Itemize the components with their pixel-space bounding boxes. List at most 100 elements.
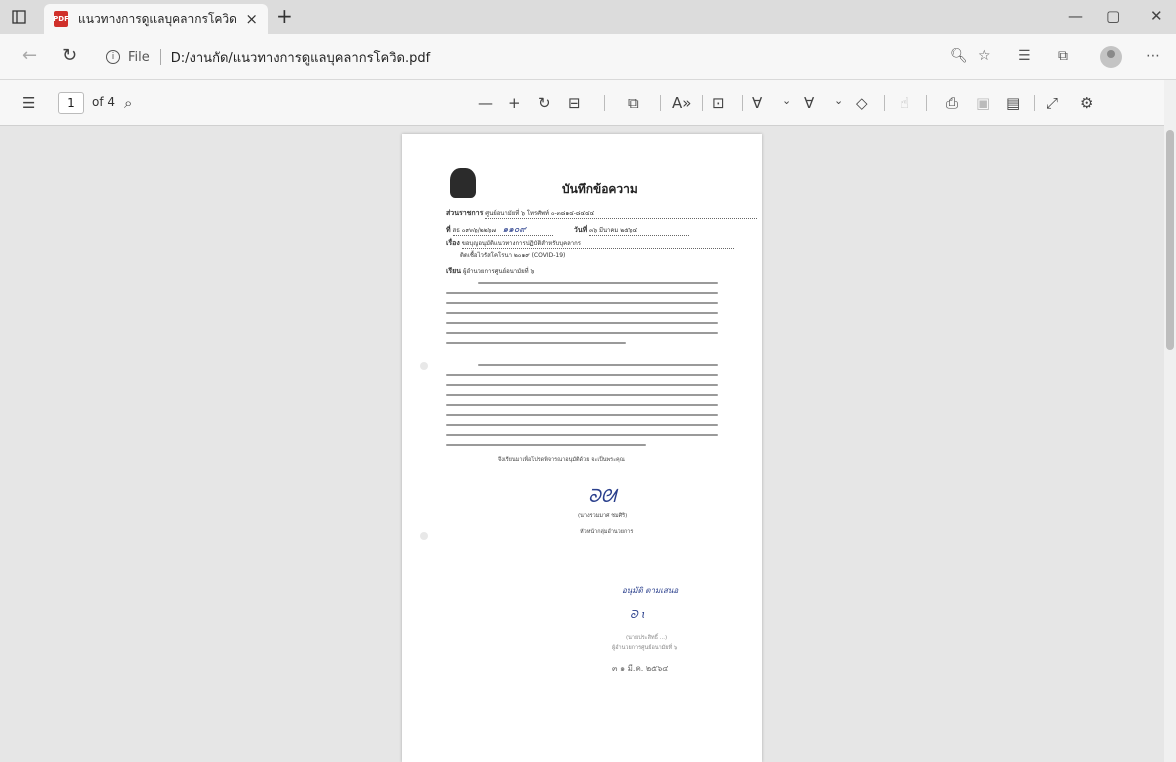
close-window-button[interactable]: ✕	[1150, 7, 1163, 25]
zoom-out-icon[interactable]: —	[478, 94, 493, 112]
tab-strip: PDF แนวทางการดูแลบุคลากรโควิด.pdf × + — …	[0, 0, 1176, 34]
to-line: เรียน ผู้อำนวยการศูนย์อนามัยที่ ๖	[446, 266, 534, 277]
toolbar-divider	[1034, 95, 1035, 111]
chevron-down-icon[interactable]: ⌄	[782, 94, 791, 107]
date-value: ๓๖ มีนาคม ๒๕๖๔	[589, 225, 690, 236]
collections-icon[interactable]: ⧉	[1058, 48, 1068, 64]
search-icon[interactable]: ⌕	[124, 94, 132, 112]
refresh-icon[interactable]: ↻	[62, 45, 77, 66]
read-aloud-icon[interactable]: A»	[672, 94, 691, 112]
immersive-reader-icon[interactable]: ⊡	[712, 94, 725, 112]
print-icon[interactable]: ⎙	[946, 94, 958, 112]
body-text-line	[446, 332, 718, 334]
vertical-scrollbar[interactable]	[1164, 80, 1176, 762]
url-path: D:/งานกัด/แนวทางการดูแลบุคลากรโควิด.pdf	[170, 50, 431, 66]
body-text-line	[446, 322, 718, 324]
ref-handwritten: ๑๑๐๙	[502, 225, 526, 235]
approver-name: (นายประสิทธิ์ ...)	[626, 635, 668, 641]
restore-button[interactable]: ▢	[1106, 7, 1120, 25]
save-as-icon[interactable]: ▤	[1006, 94, 1020, 112]
signer-name: (นางรวมมาศ ชมศิริ)	[578, 513, 628, 519]
body-text-line	[446, 424, 718, 426]
signer-position: หัวหน้ากลุ่มอำนวยการ	[580, 529, 634, 535]
pdf-toolbar: ☰ 1 of 4 ⌕ — + ↻ ⊟ ⧉ A» ⊡ ∀ ⌄ ∀ ⌄ ◇ ☝ ⎙ …	[0, 80, 1176, 126]
toolbar-divider	[884, 95, 885, 111]
draw-icon[interactable]: ∀	[752, 94, 762, 112]
info-icon[interactable]: i	[106, 50, 120, 64]
rotate-icon[interactable]: ↻	[538, 94, 551, 112]
highlight-icon[interactable]: ∀	[804, 94, 814, 112]
minimize-button[interactable]: —	[1068, 7, 1083, 25]
tab-actions-button[interactable]	[10, 8, 28, 26]
body-text-line	[446, 384, 718, 386]
to-value: ผู้อำนวยการศูนย์อนามัยที่ ๖	[462, 268, 535, 275]
garuda-seal-icon	[450, 168, 476, 198]
erase-icon[interactable]: ◇	[856, 94, 868, 112]
profile-avatar[interactable]	[1100, 46, 1122, 68]
tab-actions-icon	[12, 10, 26, 24]
save-icon[interactable]: ▣	[976, 94, 990, 112]
new-tab-button[interactable]: +	[276, 4, 293, 28]
pdf-file-icon: PDF	[53, 11, 69, 27]
toolbar-divider	[742, 95, 743, 111]
stamp-date: ๓ ๑ มี.ค. ๒๕๖๔	[612, 664, 669, 673]
closing-text: จึงเรียนมาเพื่อโปรดพิจารณาอนุมัติด้วย จะ…	[498, 457, 625, 463]
settings-icon[interactable]: ⚙	[1080, 94, 1093, 112]
tab-title: แนวทางการดูแลบุคลากรโควิด.pdf	[78, 11, 238, 26]
body-text-line	[446, 292, 718, 294]
agency-line: ส่วนราชการ ศูนย์อนามัยที่ ๖ โทรศัพท์ ๐-๓…	[446, 208, 758, 219]
subject-label: เรื่อง	[446, 239, 460, 247]
address-bar: ← ↻ i File D:/งานกัด/แนวทางการดูแลบุคลาก…	[0, 34, 1176, 80]
toolbar-divider	[702, 95, 703, 111]
url-field[interactable]: i File D:/งานกัด/แนวทางการดูแลบุคลากรโคว…	[96, 41, 966, 73]
fullscreen-icon[interactable]: ⤢	[1046, 94, 1058, 112]
contents-icon[interactable]: ☰	[22, 94, 35, 112]
favorites-list-icon[interactable]: ☰	[1018, 48, 1031, 64]
body-text-line	[446, 394, 718, 396]
fit-page-icon[interactable]: ⊟	[568, 94, 581, 112]
back-icon[interactable]: ←	[22, 45, 37, 66]
body-text-line	[446, 444, 646, 446]
subject-line: เรื่อง ขอบุญอนุมัติแนวทางการปฏิบัติสำหรั…	[446, 238, 734, 249]
browser-tab[interactable]: PDF แนวทางการดูแลบุคลากรโควิด.pdf ×	[44, 4, 268, 34]
touch-icon[interactable]: ☝	[900, 94, 909, 112]
punch-hole	[420, 362, 428, 370]
body-text-line	[446, 342, 626, 344]
body-text-line	[446, 374, 718, 376]
approver-position: ผู้อำนวยการศูนย์อนามัยที่ ๖	[612, 645, 678, 651]
subject-line-2: ติดเชื้อไวรัสโคโรนา ๒๐๑๙ (COVID-19)	[460, 252, 566, 259]
subject-value: ขอบุญอนุมัติแนวทางการปฏิบัติสำหรับบุคลาก…	[461, 238, 734, 249]
ref-line: ที่ สธ ๐๙๓๖/๒๒๖๗ ๑๑๐๙ วันที่ ๓๖ มีนาคม ๒…	[446, 222, 690, 236]
agency-label: ส่วนราชการ	[446, 209, 484, 217]
date-stamp: ๓ ๑ มี.ค. ๒๕๖๔	[612, 662, 692, 702]
url-divider	[159, 49, 161, 65]
body-text-line	[446, 302, 718, 304]
to-label: เรียน	[446, 267, 462, 275]
toolbar-divider	[660, 95, 661, 111]
agency-value: ศูนย์อนามัยที่ ๖ โทรศัพท์ ๐-๓๘๑๔-๘๔๔๔	[485, 208, 758, 219]
zoom-in-icon[interactable]: +	[508, 94, 521, 112]
more-menu-icon[interactable]: ⋯	[1146, 48, 1160, 64]
body-text-line	[478, 282, 718, 284]
approver-signature: ᘐ ꙇ	[630, 608, 646, 621]
punch-hole	[420, 532, 428, 540]
approve-note: อนุมัติ ตามเสนอ	[622, 586, 679, 595]
date-label: วันที่	[573, 226, 588, 234]
favorite-star-icon[interactable]: ☆	[978, 48, 991, 64]
tab-close-button[interactable]: ×	[245, 10, 258, 28]
body-text-line	[446, 434, 718, 436]
page-view-icon[interactable]: ⧉	[628, 94, 639, 112]
url-scheme: File	[128, 49, 150, 65]
zoom-icon[interactable]: 🔍︎	[950, 48, 968, 64]
scrollbar-thumb[interactable]	[1166, 130, 1174, 350]
document-title: บันทึกข้อความ	[562, 182, 638, 196]
page-number-input[interactable]: 1	[58, 92, 84, 114]
body-text-line	[446, 404, 718, 406]
page-total: of 4	[92, 95, 116, 109]
signature-image: ᘐᘛ	[588, 486, 616, 507]
body-text-line	[446, 414, 718, 416]
chevron-down-icon[interactable]: ⌄	[834, 94, 843, 107]
ref-label: ที่	[446, 226, 451, 234]
body-text-line	[446, 312, 718, 314]
toolbar-divider	[926, 95, 927, 111]
